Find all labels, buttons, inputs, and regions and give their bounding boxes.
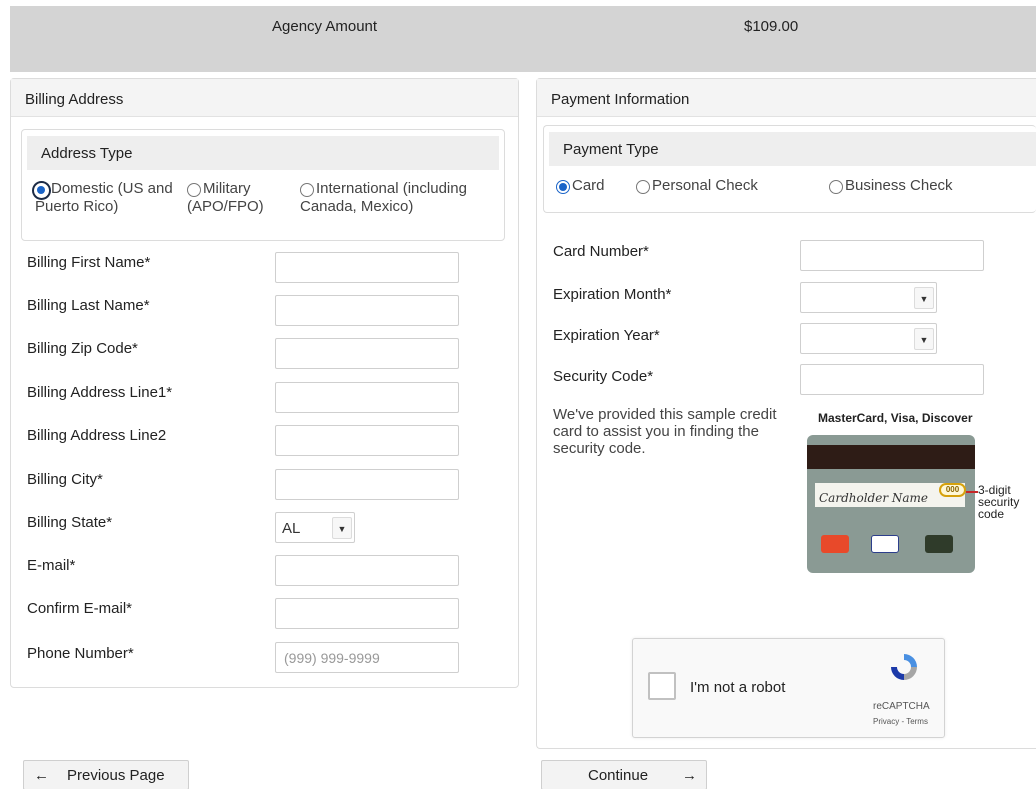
card-number-label: Card Number* bbox=[553, 243, 649, 260]
billing-address-line1-label: Billing Address Line1* bbox=[27, 384, 173, 401]
billing-zip-input[interactable] bbox=[275, 338, 459, 369]
continue-button[interactable]: Continue → bbox=[541, 760, 707, 789]
confirm-email-input[interactable] bbox=[275, 598, 459, 629]
agency-amount-value: $109.00 bbox=[744, 18, 799, 35]
mastercard-logo-icon bbox=[821, 535, 849, 553]
billing-state-value: AL bbox=[282, 520, 301, 537]
sample-card-help-text: We've provided this sample credit card t… bbox=[553, 406, 777, 457]
phone-number-label: Phone Number* bbox=[27, 645, 134, 662]
recaptcha-label: I'm not a robot bbox=[690, 679, 786, 696]
radio-unselected-icon bbox=[829, 180, 843, 194]
expiration-year-select[interactable]: ▼ bbox=[800, 323, 937, 354]
expiration-month-select[interactable]: ▼ bbox=[800, 282, 937, 313]
radio-unselected-icon bbox=[300, 183, 314, 197]
payment-type-card-radio[interactable]: Card bbox=[556, 177, 605, 195]
radio-unselected-icon bbox=[187, 183, 201, 197]
billing-zip-label: Billing Zip Code* bbox=[27, 340, 138, 357]
address-type-title: Address Type bbox=[27, 136, 499, 170]
chevron-down-icon: ▼ bbox=[914, 287, 934, 309]
billing-last-name-label: Billing Last Name* bbox=[27, 297, 150, 314]
radio-label-line1: Domestic (US and bbox=[51, 180, 173, 197]
billing-address-title: Billing Address bbox=[11, 79, 518, 117]
security-code-input[interactable] bbox=[800, 364, 984, 395]
payment-type-box: Payment Type bbox=[543, 125, 1036, 213]
radio-label-line2: Canada, Mexico) bbox=[300, 198, 414, 215]
payment-type-personal-check-radio[interactable]: Personal Check bbox=[636, 177, 758, 195]
security-code-arrow-icon bbox=[966, 491, 978, 493]
discover-logo-icon bbox=[925, 535, 953, 553]
payment-type-title: Payment Type bbox=[549, 132, 1036, 166]
payment-information-title: Payment Information bbox=[537, 79, 1036, 117]
expiration-year-label: Expiration Year* bbox=[553, 327, 660, 344]
phone-number-input[interactable] bbox=[275, 642, 459, 673]
payment-type-business-check-radio[interactable]: Business Check bbox=[829, 177, 953, 195]
radio-label-line1: Military bbox=[203, 180, 251, 197]
billing-address-line1-input[interactable] bbox=[275, 382, 459, 413]
radio-label: Business Check bbox=[845, 177, 953, 194]
billing-state-label: Billing State* bbox=[27, 514, 113, 531]
magnetic-stripe bbox=[807, 445, 975, 469]
billing-address-line2-label: Billing Address Line2 bbox=[27, 427, 167, 444]
billing-last-name-input[interactable] bbox=[275, 295, 459, 326]
chevron-down-icon: ▼ bbox=[332, 517, 352, 539]
radio-label: Card bbox=[572, 177, 605, 194]
radio-label-line1: International (including bbox=[316, 180, 467, 197]
billing-state-select[interactable]: AL ▼ bbox=[275, 512, 355, 543]
recaptcha-widget: I'm not a robot reCAPTCHA Privacy - Term… bbox=[632, 638, 945, 738]
radio-label-line2: (APO/FPO) bbox=[187, 198, 264, 215]
radio-label: Personal Check bbox=[652, 177, 758, 194]
recaptcha-brand: reCAPTCHA bbox=[873, 701, 930, 712]
address-type-international-radio[interactable]: International (including Canada, Mexico) bbox=[300, 180, 467, 216]
confirm-email-label: Confirm E-mail* bbox=[27, 600, 133, 617]
email-label: E-mail* bbox=[27, 557, 76, 574]
security-code-label: Security Code* bbox=[553, 368, 654, 385]
recaptcha-logo-icon bbox=[891, 654, 917, 680]
agency-amount-label: Agency Amount bbox=[272, 18, 378, 35]
address-type-domestic-radio[interactable]: Domestic (US and Puerto Rico) bbox=[34, 180, 173, 216]
previous-page-button[interactable]: ← Previous Page bbox=[23, 760, 189, 789]
security-code-note: 3-digit security code bbox=[978, 483, 1020, 521]
agency-amount-bar: Agency Amount $109.00 bbox=[10, 6, 1036, 72]
recaptcha-checkbox[interactable] bbox=[648, 672, 676, 700]
radio-unselected-icon bbox=[636, 180, 650, 194]
radio-selected-icon bbox=[34, 183, 49, 198]
expiration-month-label: Expiration Month* bbox=[553, 286, 672, 303]
arrow-left-icon: ← bbox=[34, 767, 49, 784]
chevron-down-icon: ▼ bbox=[914, 328, 934, 350]
billing-address-line2-input[interactable] bbox=[275, 425, 459, 456]
card-brands-label: MasterCard, Visa, Discover bbox=[818, 411, 973, 425]
address-type-military-radio[interactable]: Military (APO/FPO) bbox=[187, 180, 264, 216]
billing-city-input[interactable] bbox=[275, 469, 459, 500]
recaptcha-privacy-terms[interactable]: Privacy - Terms bbox=[873, 717, 928, 726]
email-input[interactable] bbox=[275, 555, 459, 586]
sample-credit-card-image: Cardholder Name 000 bbox=[807, 435, 975, 573]
sample-security-code: 000 bbox=[939, 483, 966, 497]
radio-selected-icon bbox=[556, 180, 570, 194]
continue-label: Continue bbox=[588, 767, 649, 784]
visa-logo-icon bbox=[871, 535, 899, 553]
arrow-right-icon: → bbox=[682, 767, 697, 784]
card-number-input[interactable] bbox=[800, 240, 984, 271]
radio-label-line2: Puerto Rico) bbox=[35, 198, 119, 215]
billing-city-label: Billing City* bbox=[27, 471, 103, 488]
billing-first-name-label: Billing First Name* bbox=[27, 254, 151, 271]
previous-page-label: Previous Page bbox=[67, 767, 165, 784]
billing-first-name-input[interactable] bbox=[275, 252, 459, 283]
